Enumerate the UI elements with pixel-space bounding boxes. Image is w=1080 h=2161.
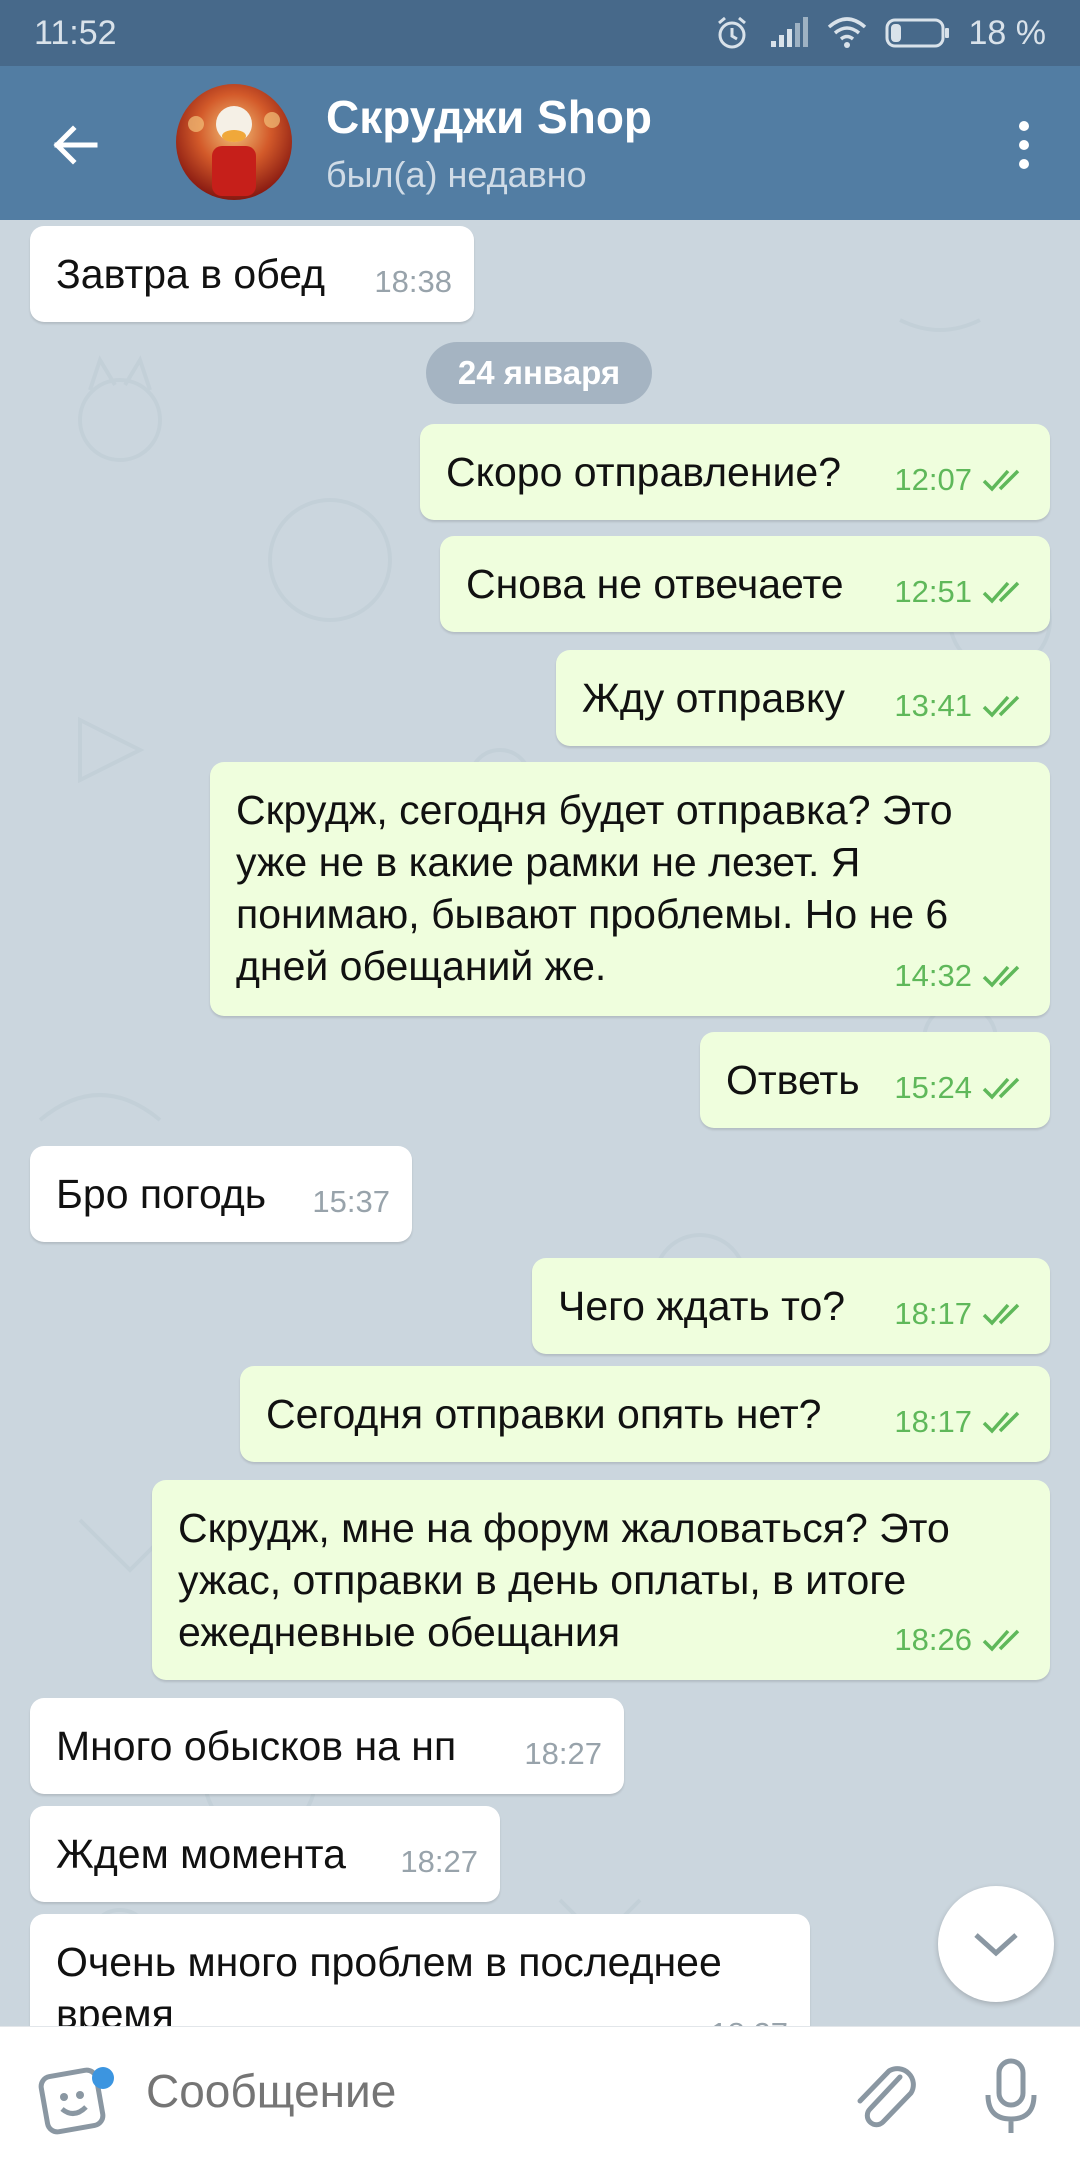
date-separator: 24 января [426, 342, 652, 404]
chat-title[interactable]: Скруджи Shop [326, 90, 652, 144]
message-time: 18:27 [524, 1736, 602, 1771]
message-outgoing[interactable]: Сегодня отправки опять нет? 18:17 [240, 1366, 1050, 1462]
last-seen-status: был(а) недавно [326, 154, 587, 195]
attach-button[interactable] [848, 2059, 918, 2135]
message-outgoing[interactable]: Скрудж, мне на форум жаловаться? Это ужа… [152, 1480, 1050, 1680]
message-time: 12:51 [894, 574, 972, 609]
message-text: Скрудж, мне на форум жаловаться? Это ужа… [178, 1505, 950, 1655]
message-time: 15:24 [894, 1070, 972, 1105]
message-outgoing[interactable]: Скрудж, сегодня будет отправка? Это уже … [210, 762, 1050, 1016]
message-text: Много обысков на нп [56, 1723, 457, 1769]
message-text: Ждем момента [56, 1831, 346, 1877]
status-bar: 11:52 18 % [0, 0, 1080, 66]
paperclip-icon [857, 2066, 916, 2128]
status-time: 11:52 [34, 14, 117, 52]
message-composer [0, 2026, 1080, 2161]
wifi-icon [827, 17, 867, 49]
dot-icon [1019, 159, 1029, 169]
message-input[interactable] [144, 2063, 798, 2119]
message-incoming[interactable]: Завтра в обед 18:38 [30, 226, 474, 322]
chat-area[interactable]: Завтра в обед 18:38 24 января Скоро отпр… [0, 220, 1080, 2026]
avatar[interactable] [176, 84, 292, 200]
message-time: 15:37 [312, 1184, 390, 1219]
message-incoming[interactable]: Много обысков на нп 18:27 [30, 1698, 624, 1794]
double-check-icon [982, 1077, 1020, 1100]
message-text: Очень много проблем в последнее время [56, 1939, 722, 2026]
message-outgoing[interactable]: Ответь 15:24 [700, 1032, 1050, 1128]
message-time: 13:41 [894, 688, 972, 723]
message-text: Сегодня отправки опять нет? [266, 1391, 822, 1437]
battery-percent: 18 % [968, 14, 1047, 52]
double-check-icon [982, 695, 1020, 718]
voice-record-button[interactable] [976, 2055, 1046, 2139]
dot-icon [1019, 140, 1029, 150]
message-time: 18:27 [400, 1844, 478, 1879]
message-text: Скоро отправление? [446, 449, 842, 495]
message-outgoing[interactable]: Чего ждать то? 18:17 [532, 1258, 1050, 1354]
back-button[interactable] [40, 110, 110, 180]
message-outgoing[interactable]: Жду отправку 13:41 [556, 650, 1050, 746]
message-text: Жду отправку [582, 675, 845, 721]
double-check-icon [982, 1629, 1020, 1652]
scroll-to-bottom-button[interactable] [938, 1886, 1054, 2002]
signal-icon [769, 17, 809, 49]
alarm-icon [713, 14, 751, 52]
message-text: Снова не отвечаете [466, 561, 844, 607]
message-text: Бро погодь [56, 1171, 267, 1217]
message-time: 14:32 [894, 958, 972, 993]
dot-icon [1019, 121, 1029, 131]
message-text: Скрудж, сегодня будет отправка? Это уже … [236, 787, 953, 989]
message-time: 18:38 [374, 264, 452, 299]
battery-icon [885, 17, 951, 49]
message-outgoing[interactable]: Снова не отвечаете 12:51 [440, 536, 1050, 632]
double-check-icon [982, 1411, 1020, 1434]
message-time: 18:27 [710, 2008, 788, 2026]
message-text: Ответь [726, 1057, 860, 1103]
chevron-down-icon [974, 1933, 1018, 1957]
more-options-button[interactable] [1004, 110, 1044, 180]
message-time: 18:17 [894, 1404, 972, 1439]
message-incoming[interactable]: Очень много проблем в последнее время 18… [30, 1914, 810, 2026]
arrow-left-icon [53, 125, 98, 165]
chat-header: Скруджи Shop был(а) недавно [0, 66, 1080, 220]
message-incoming[interactable]: Бро погодь 15:37 [30, 1146, 412, 1242]
message-outgoing[interactable]: Скоро отправление? 12:07 [420, 424, 1050, 520]
microphone-icon [985, 2058, 1037, 2133]
message-time: 18:26 [894, 1622, 972, 1657]
double-check-icon [982, 965, 1020, 988]
double-check-icon [982, 469, 1020, 492]
message-text: Завтра в обед [56, 251, 326, 297]
message-time: 18:17 [894, 1296, 972, 1331]
notification-dot [92, 2067, 114, 2089]
double-check-icon [982, 1303, 1020, 1326]
double-check-icon [982, 581, 1020, 604]
message-incoming[interactable]: Ждем момента 18:27 [30, 1806, 500, 1902]
message-text: Чего ждать то? [558, 1283, 846, 1329]
message-time: 12:07 [894, 462, 972, 497]
